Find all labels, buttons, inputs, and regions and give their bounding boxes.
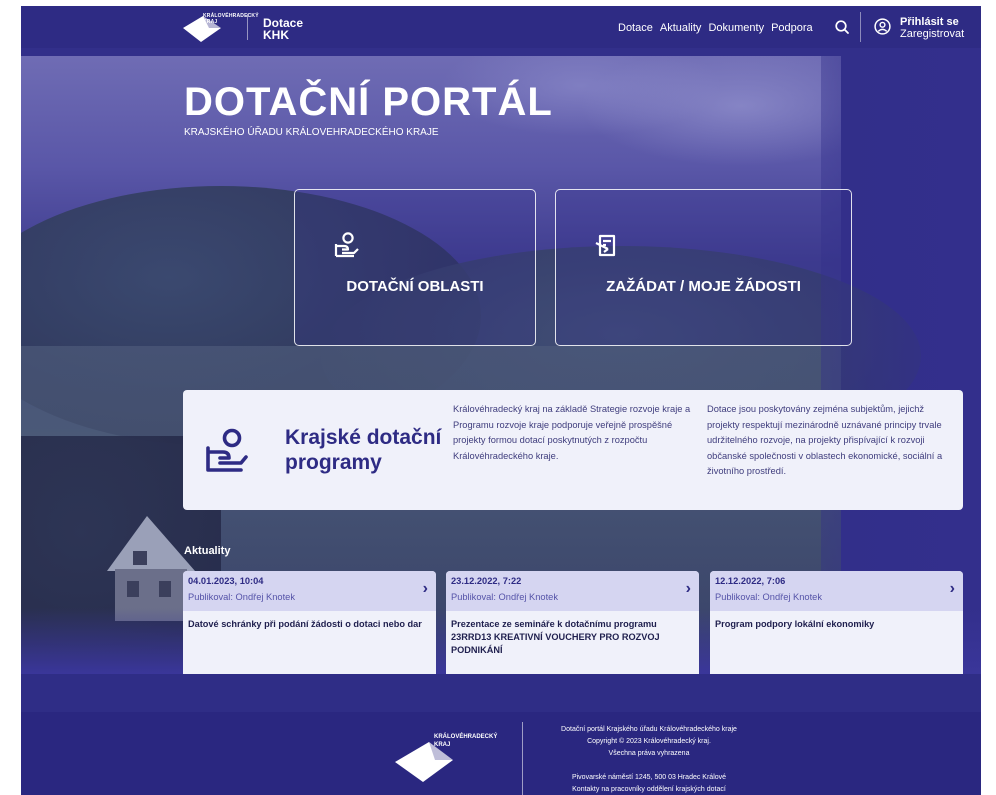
chevron-right-icon[interactable]: › [423, 580, 428, 598]
nav-link-podpora[interactable]: Podpora [771, 22, 813, 34]
news-title[interactable]: Prezentace ze semináře k dotačnímu progr… [451, 618, 691, 657]
hand-person-icon [206, 428, 248, 472]
top-header: KRÁLOVÉHRADECKÝ KRAJ Dotace KHK Dotace A… [21, 6, 981, 48]
main-nav: Dotace Aktuality Dokumenty Podpora [618, 22, 813, 34]
news-heading: Aktuality [184, 545, 231, 557]
news-date: 23.12.2022, 7:22 [451, 576, 522, 586]
news-card[interactable]: 04.01.2023, 10:04 Publikoval: Ondřej Kno… [183, 571, 436, 674]
register-link[interactable]: Zaregistrovat [900, 28, 964, 40]
nav-link-dotace[interactable]: Dotace [618, 22, 653, 34]
news-author: Publikoval: Ondřej Knotek [188, 592, 295, 602]
news-date: 04.01.2023, 10:04 [188, 576, 264, 586]
news-card-header: 12.12.2022, 7:06 Publikoval: Ondřej Knot… [710, 571, 963, 611]
page-title: DOTAČNÍ PORTÁL [184, 80, 553, 124]
programs-text-1: Královéhradecký kraj na základě Strategi… [453, 404, 691, 461]
news-author: Publikoval: Ondřej Knotek [715, 592, 822, 602]
brand-title[interactable]: Dotace KHK [263, 17, 303, 41]
tile-dotacni-oblasti[interactable]: DOTAČNÍ OBLASTI [294, 189, 536, 346]
login-link[interactable]: Přihlásit se [900, 16, 964, 28]
footer-portal-name: Dotační portál Krajského úřadu Královéhr… [561, 726, 737, 733]
tile-label: DOTAČNÍ OBLASTI [346, 278, 484, 295]
footer-info: Dotační portál Krajského úřadu Královéhr… [539, 724, 759, 795]
programs-info-box: Krajské dotační programy Královéhradecký… [183, 390, 963, 510]
footer-contacts-link[interactable]: Kontakty na pracovníky oddělení krajskýc… [539, 784, 759, 795]
footer-logo-text: KRÁLOVÉHRADECKÝ KRAJ [434, 734, 498, 748]
news-date: 12.12.2022, 7:06 [715, 576, 786, 586]
news-card-header: 23.12.2022, 7:22 Publikoval: Ondřej Knot… [446, 571, 699, 611]
programs-text-2: Dotace jsou poskytovány zejména subjektů… [707, 404, 943, 476]
nav-link-aktuality[interactable]: Aktuality [660, 22, 702, 34]
hero-section: DOTAČNÍ PORTÁL KRAJSKÉHO ÚŘADU KRÁLOVEHR… [21, 48, 981, 674]
page-subtitle: KRAJSKÉHO ÚŘADU KRÁLOVEHRADECKÉHO KRAJE [184, 127, 439, 138]
document-pen-icon [595, 234, 616, 257]
tile-label: ZAŽÁDAT / MOJE ŽÁDOSTI [606, 278, 801, 295]
footer-copyright: Copyright © 2023 Královéhradecký kraj. [587, 738, 711, 745]
brand-divider [247, 14, 248, 40]
tile-zazadat-moje-zadosti[interactable]: ZAŽÁDAT / MOJE ŽÁDOSTI [555, 189, 852, 346]
nav-link-dokumenty[interactable]: Dokumenty [708, 22, 764, 34]
footer: KRÁLOVÉHRADECKÝ KRAJ Dotační portál Kraj… [21, 712, 981, 795]
user-account-icon[interactable] [874, 18, 891, 35]
login-block: Přihlásit se Zaregistrovat [900, 16, 964, 40]
programs-title: Krajské dotační programy [285, 426, 442, 474]
header-divider [860, 12, 861, 42]
logo-small-text: KRÁLOVÉHRADECKÝ KRAJ [203, 13, 259, 25]
footer-divider [522, 722, 523, 795]
news-title[interactable]: Program podpory lokální ekonomiky [715, 618, 955, 631]
chevron-right-icon[interactable]: › [686, 580, 691, 598]
news-author: Publikoval: Ondřej Knotek [451, 592, 558, 602]
news-title[interactable]: Datové schránky při podání žádosti o dot… [188, 618, 428, 631]
chevron-right-icon[interactable]: › [950, 580, 955, 598]
news-card-header: 04.01.2023, 10:04 Publikoval: Ondřej Kno… [183, 571, 436, 611]
footer-rights: Všechna práva vyhrazena [608, 750, 690, 757]
hand-person-icon [334, 232, 359, 258]
news-card[interactable]: 12.12.2022, 7:06 Publikoval: Ondřej Knot… [710, 571, 963, 674]
footer-address: Pivovarské náměstí 1245, 500 03 Hradec K… [571, 774, 727, 781]
page: KRÁLOVÉHRADECKÝ KRAJ Dotace KHK Dotace A… [21, 6, 981, 795]
search-icon[interactable] [834, 19, 850, 35]
news-card[interactable]: 23.12.2022, 7:22 Publikoval: Ondřej Knot… [446, 571, 699, 674]
